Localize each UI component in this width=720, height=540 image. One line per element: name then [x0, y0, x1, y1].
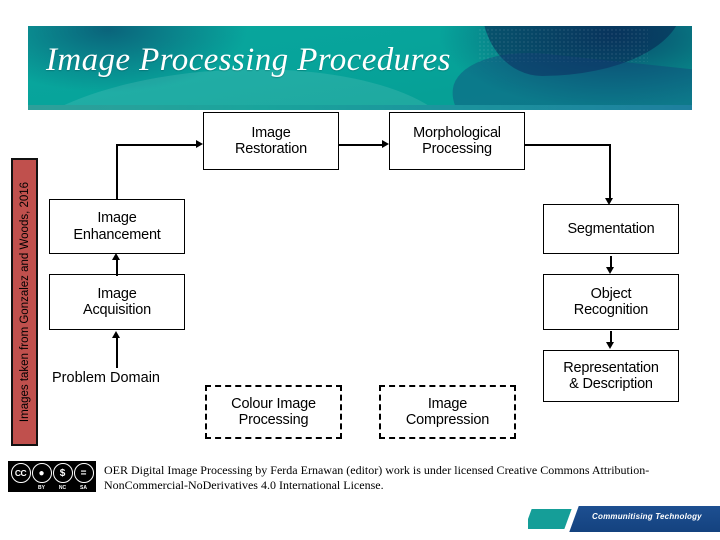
node-compression-line2: Compression [405, 412, 490, 428]
connector-enhancement-riser [116, 144, 118, 200]
node-image-acquisition-line1: Image [97, 285, 137, 302]
attribution-person-icon: ● [31, 463, 52, 483]
node-representation-description: Representation & Description [543, 350, 679, 402]
node-morphological-line2: Processing [422, 141, 492, 157]
node-colour-image-processing: Colour Image Processing [205, 385, 342, 439]
arrowhead-morphological-to-segmentation [605, 198, 613, 205]
arrowhead-problemdomain-to-acquisition [112, 331, 120, 338]
node-object-recognition-line1: Object [590, 285, 632, 302]
arrowhead-enhancement-to-restoration [196, 140, 203, 148]
license-text: OER Digital Image Processing by Ferda Er… [104, 463, 704, 494]
brand-footer-bar: Communitising Technology [528, 506, 720, 532]
node-object-recognition: Object Recognition [543, 274, 679, 330]
node-image-acquisition-line2: Acquisition [83, 302, 151, 318]
arrowhead-segmentation-to-objectrecognition [606, 267, 614, 274]
node-representation-line2: & Description [569, 376, 653, 392]
slide-root: Image Processing Procedures Images taken… [0, 0, 720, 540]
noncommercial-dollar-icon: $ [52, 463, 73, 483]
connector-enhancement-to-restoration [116, 144, 198, 146]
node-image-restoration-line2: Restoration [235, 141, 307, 157]
connector-restoration-to-morphological [339, 144, 384, 146]
node-image-restoration-line1: Image [251, 124, 291, 141]
arrowhead-objectrecognition-to-representation [606, 342, 614, 349]
cc-icon-stack-nc: $ NC [52, 462, 73, 491]
cc-icon-stack-cc: CC [10, 462, 31, 491]
creative-commons-icon: CC [10, 463, 31, 483]
creative-commons-badge: CC ● BY $ NC = SA [8, 461, 96, 492]
brand-teal-chip [528, 509, 572, 529]
arrowhead-acquisition-to-enhancement [112, 253, 120, 260]
connector-acquisition-to-enhancement [116, 258, 118, 276]
node-morphological-line1: Morphological [413, 124, 501, 141]
license-text-line2: NonCommercial-NoDerivatives 4.0 Internat… [104, 478, 384, 493]
connector-morphological-to-segmentation-v [609, 144, 611, 199]
brand-tagline: Communitising Technology [592, 512, 702, 521]
node-object-recognition-line2: Recognition [573, 302, 649, 318]
cc-icon-stack-by: ● BY [31, 462, 52, 491]
node-colour-line1: Colour Image [231, 395, 316, 412]
node-image-enhancement-line2: Enhancement [73, 226, 161, 243]
label-problem-domain: Problem Domain [52, 370, 160, 386]
node-image-compression: Image Compression [379, 385, 516, 439]
image-processing-flow-diagram: Image Restoration Morphological Processi… [0, 0, 720, 540]
node-compression-line1: Image [427, 395, 468, 412]
node-image-acquisition: Image Acquisition [49, 274, 185, 330]
noderivatives-equals-icon: = [73, 463, 94, 483]
node-morphological-processing: Morphological Processing [389, 112, 525, 170]
node-image-restoration: Image Restoration [203, 112, 339, 170]
license-text-line1: OER Digital Image Processing by Ferda Er… [104, 463, 650, 477]
cc-sub-nc: NC [58, 485, 67, 491]
node-image-enhancement: Image Enhancement [49, 199, 185, 254]
arrowhead-restoration-to-morphological [382, 140, 389, 148]
cc-sub-sa: SA [80, 485, 87, 491]
cc-icon-stack-sa: = SA [73, 462, 94, 491]
node-representation-line1: Representation [563, 359, 659, 376]
node-image-enhancement-line1: Image [97, 210, 137, 227]
node-segmentation-line1: Segmentation [567, 220, 655, 237]
node-segmentation: Segmentation [543, 204, 679, 254]
connector-problemdomain-to-acquisition [116, 338, 118, 368]
cc-sub-by: BY [38, 485, 45, 491]
node-colour-line2: Processing [238, 412, 309, 428]
connector-morphological-to-segmentation-h [525, 144, 611, 146]
